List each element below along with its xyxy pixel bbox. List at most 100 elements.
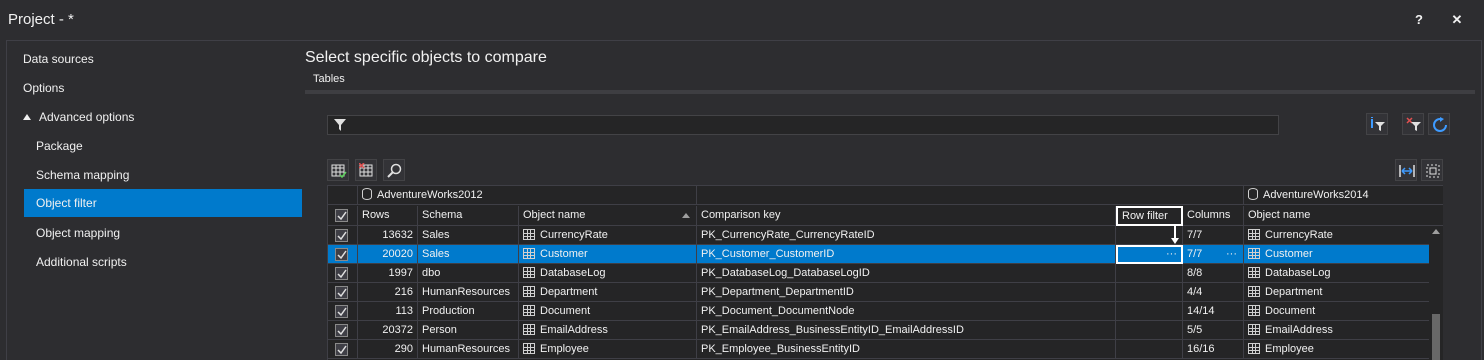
- collapse-arrow-icon[interactable]: [23, 113, 31, 120]
- row-checkbox-cell[interactable]: [328, 264, 358, 283]
- cell-object-name-right[interactable]: DatabaseLog: [1244, 264, 1430, 283]
- cell-schema[interactable]: Person: [418, 321, 519, 340]
- cell-comparison-key[interactable]: PK_CurrencyRate_CurrencyRateID: [697, 226, 1116, 245]
- cell-comparison-key[interactable]: PK_Document_DocumentNode: [697, 302, 1116, 321]
- sidebar-item-package[interactable]: Package: [36, 132, 293, 160]
- column-header-comparison-key[interactable]: Comparison key: [697, 206, 1116, 226]
- fit-all-button[interactable]: [1421, 159, 1443, 181]
- sidebar-item-additional-scripts[interactable]: Additional scripts: [36, 248, 293, 276]
- vertical-scrollbar[interactable]: [1429, 226, 1443, 360]
- cell-object-name-right[interactable]: CurrencyRate: [1244, 226, 1430, 245]
- cell-schema[interactable]: Sales: [418, 245, 519, 264]
- cell-comparison-key[interactable]: PK_DatabaseLog_DatabaseLogID: [697, 264, 1116, 283]
- checkbox[interactable]: [335, 305, 348, 318]
- cell-object-name-right[interactable]: Department: [1244, 283, 1430, 302]
- cell-columns[interactable]: 7/7 ···: [1183, 245, 1244, 264]
- search-button[interactable]: [383, 159, 405, 181]
- cell-object-name[interactable]: Department: [519, 283, 697, 302]
- cell-row-filter[interactable]: [1116, 340, 1183, 359]
- cell-row-filter[interactable]: [1116, 283, 1183, 302]
- cell-object-name[interactable]: EmailAddress: [519, 321, 697, 340]
- cell-rows[interactable]: 20020: [358, 245, 418, 264]
- cell-object-name-right[interactable]: Employee: [1244, 340, 1430, 359]
- checkbox[interactable]: [335, 324, 348, 337]
- column-header-schema[interactable]: Schema: [418, 206, 519, 226]
- row-checkbox-cell[interactable]: [328, 321, 358, 340]
- deselect-all-button[interactable]: [355, 159, 377, 181]
- row-checkbox-cell[interactable]: [328, 340, 358, 359]
- checkbox[interactable]: [335, 248, 348, 261]
- cell-columns[interactable]: 16/16: [1183, 340, 1244, 359]
- cell-object-name-right[interactable]: EmailAddress: [1244, 321, 1430, 340]
- cell-schema[interactable]: dbo: [418, 264, 519, 283]
- checkbox[interactable]: [335, 229, 348, 242]
- cell-schema[interactable]: HumanResources: [418, 283, 519, 302]
- cell-row-filter[interactable]: [1116, 302, 1183, 321]
- cell-object-name[interactable]: Document: [519, 302, 697, 321]
- column-header-object-name-right[interactable]: Object name: [1244, 206, 1443, 226]
- checkbox[interactable]: [335, 343, 348, 356]
- cell-schema[interactable]: Production: [418, 302, 519, 321]
- filter-clear-icon: [1406, 117, 1421, 131]
- cell-row-filter[interactable]: [1116, 226, 1183, 245]
- cell-columns[interactable]: 5/5: [1183, 321, 1244, 340]
- filter-include-icon: [1371, 117, 1385, 131]
- row-checkbox-cell[interactable]: [328, 302, 358, 321]
- filter-clear-button[interactable]: [1402, 113, 1424, 135]
- filter-input[interactable]: [327, 115, 1279, 135]
- checkbox[interactable]: [335, 209, 348, 222]
- cell-rows[interactable]: 1997: [358, 264, 418, 283]
- cell-comparison-key[interactable]: PK_Employee_BusinessEntityID: [697, 340, 1116, 359]
- cell-rows[interactable]: 13632: [358, 226, 418, 245]
- cell-row-filter[interactable]: [1116, 321, 1183, 340]
- check-icon: [337, 288, 347, 298]
- cell-rows[interactable]: 290: [358, 340, 418, 359]
- sidebar-item-object-filter[interactable]: Object filter: [24, 189, 302, 217]
- cell-columns[interactable]: 8/8: [1183, 264, 1244, 283]
- cell-object-name[interactable]: CurrencyRate: [519, 226, 697, 245]
- cell-comparison-key[interactable]: PK_Department_DepartmentID: [697, 283, 1116, 302]
- sidebar-item-options[interactable]: Options: [23, 74, 293, 102]
- refresh-button[interactable]: [1428, 113, 1450, 135]
- scroll-thumb[interactable]: [1432, 314, 1440, 360]
- cell-object-name[interactable]: Customer: [519, 245, 697, 264]
- checkbox[interactable]: [335, 267, 348, 280]
- help-button[interactable]: ?: [1408, 10, 1430, 30]
- cell-object-name-right[interactable]: Document: [1244, 302, 1430, 321]
- cell-object-name[interactable]: Employee: [519, 340, 697, 359]
- column-header-rows[interactable]: Rows: [358, 206, 418, 226]
- row-checkbox-cell[interactable]: [328, 283, 358, 302]
- cell-object-name[interactable]: DatabaseLog: [519, 264, 697, 283]
- cell-schema[interactable]: HumanResources: [418, 340, 519, 359]
- cell-schema[interactable]: Sales: [418, 226, 519, 245]
- cell-rows[interactable]: 113: [358, 302, 418, 321]
- sidebar-item-data-sources[interactable]: Data sources: [23, 45, 293, 73]
- row-checkbox-cell[interactable]: [328, 226, 358, 245]
- fit-columns-button[interactable]: [1395, 159, 1417, 181]
- sidebar-item-advanced-options[interactable]: Advanced options: [23, 103, 293, 131]
- cell-comparison-key[interactable]: PK_Customer_CustomerID: [697, 245, 1116, 264]
- checkbox[interactable]: [335, 286, 348, 299]
- cell-columns[interactable]: 7/7: [1183, 226, 1244, 245]
- sidebar-item-schema-mapping[interactable]: Schema mapping: [36, 161, 293, 189]
- column-header-columns[interactable]: Columns: [1183, 206, 1244, 226]
- select-all-button[interactable]: [327, 159, 349, 181]
- sidebar-item-object-mapping[interactable]: Object mapping: [36, 219, 293, 247]
- close-button[interactable]: ✕: [1446, 10, 1468, 30]
- scroll-up-icon[interactable]: [1432, 229, 1440, 234]
- column-header-row-filter[interactable]: Row filter: [1116, 206, 1183, 226]
- tab-tables[interactable]: Tables: [313, 73, 345, 85]
- cell-object-name-right[interactable]: Customer: [1244, 245, 1430, 264]
- filter-include-button[interactable]: [1366, 113, 1388, 135]
- column-header-object-name[interactable]: Object name: [519, 206, 697, 226]
- header-select-all-checkbox[interactable]: [328, 206, 358, 226]
- cell-columns[interactable]: 4/4: [1183, 283, 1244, 302]
- cell-row-filter[interactable]: [1116, 264, 1183, 283]
- cell-row-filter[interactable]: ···: [1116, 245, 1183, 264]
- cell-rows[interactable]: 20372: [358, 321, 418, 340]
- cell-columns[interactable]: 14/14: [1183, 302, 1244, 321]
- cell-comparison-key[interactable]: PK_EmailAddress_BusinessEntityID_EmailAd…: [697, 321, 1116, 340]
- row-checkbox-cell[interactable]: [328, 245, 358, 264]
- cell-rows[interactable]: 216: [358, 283, 418, 302]
- columns-edit-button[interactable]: ···: [1226, 245, 1237, 263]
